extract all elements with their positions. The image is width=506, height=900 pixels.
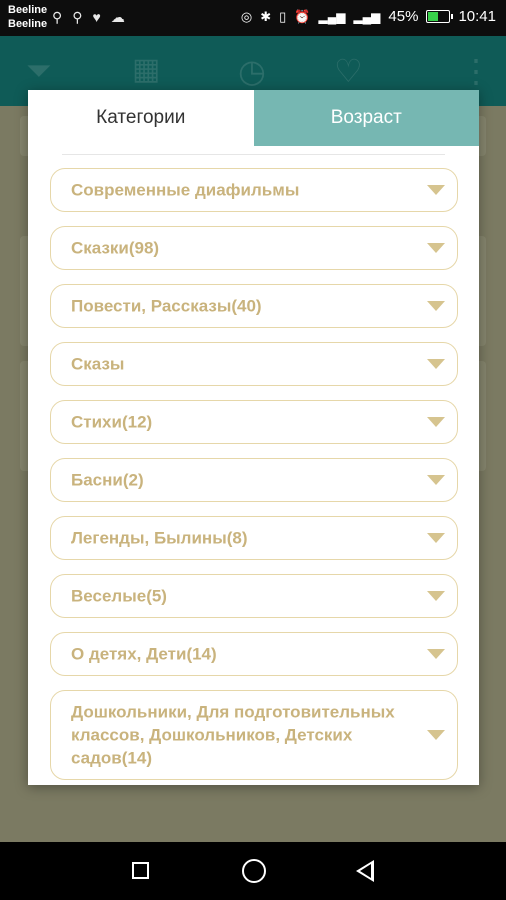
category-label: Басни(2) xyxy=(71,470,144,490)
chevron-down-icon xyxy=(427,475,445,485)
category-filter-dialog: Категории Возраст Современные диафильмы … xyxy=(28,90,479,785)
back-button[interactable] xyxy=(356,860,374,882)
usb-icon-2: ⚲ xyxy=(72,9,83,25)
divider xyxy=(62,154,445,155)
chevron-down-icon xyxy=(427,301,445,311)
carrier-labels: Beeline Beeline xyxy=(8,3,47,31)
category-dropdown[interactable]: Дошкольники, Для подготовительных классо… xyxy=(50,690,458,780)
dialog-tabs: Категории Возраст xyxy=(28,90,479,146)
filter-icon[interactable]: ⏷ xyxy=(26,52,52,90)
category-label: Повести, Рассказы(40) xyxy=(71,296,262,316)
heart-icon: ♥ xyxy=(92,9,101,25)
clock: 10:41 xyxy=(458,8,496,25)
category-dropdown[interactable]: О детях, Дети(14) xyxy=(50,632,458,676)
home-button[interactable] xyxy=(242,859,266,883)
chevron-down-icon xyxy=(427,185,445,195)
battery-icon xyxy=(426,10,454,23)
category-label: Стихи(12) xyxy=(71,412,153,432)
category-dropdown[interactable]: Современные диафильмы xyxy=(50,168,458,212)
chevron-down-icon xyxy=(427,591,445,601)
notification-icons: ⚲ ⚲ ♥ ☁ xyxy=(52,9,125,26)
chevron-down-icon xyxy=(427,533,445,543)
category-dropdown[interactable]: Басни(2) xyxy=(50,458,458,502)
heart-icon[interactable]: ♡ xyxy=(334,52,363,90)
chevron-down-icon xyxy=(427,730,445,740)
category-dropdown[interactable]: Стихи(12) xyxy=(50,400,458,444)
category-label: Сказы xyxy=(71,354,125,374)
category-dropdown[interactable]: Веселые(5) xyxy=(50,574,458,618)
category-dropdown[interactable]: Сказки(98) xyxy=(50,226,458,270)
status-bar: Beeline Beeline ⚲ ⚲ ♥ ☁ ◎ ✱ ▯ ⏰ ▂▄▆ ▂▄▆ … xyxy=(0,0,506,36)
chevron-down-icon xyxy=(427,417,445,427)
category-dropdown[interactable]: Повести, Рассказы(40) xyxy=(50,284,458,328)
carrier-1: Beeline xyxy=(8,4,48,16)
bluetooth-icon: ✱ xyxy=(260,8,272,24)
category-label: Легенды, Былины(8) xyxy=(71,528,248,548)
signal-icon-2: ▂▄▆ xyxy=(353,9,381,24)
category-label: Дошкольники, Для подготовительных классо… xyxy=(71,702,395,768)
vibrate-icon: ▯ xyxy=(279,8,287,24)
battery-percent: 45% xyxy=(388,8,419,25)
chevron-down-icon xyxy=(427,243,445,253)
chevron-down-icon xyxy=(427,649,445,659)
history-icon[interactable]: ◷ xyxy=(238,52,266,90)
signal-icon: ▂▄▆ xyxy=(318,9,346,24)
category-dropdown[interactable]: Легенды, Былины(8) xyxy=(50,516,458,560)
usb-icon: ⚲ xyxy=(52,9,63,25)
category-list: Современные диафильмы Сказки(98) Повести… xyxy=(50,168,458,794)
system-status: ◎ ✱ ▯ ⏰ ▂▄▆ ▂▄▆ 45% 10:41 xyxy=(241,8,496,25)
chevron-down-icon xyxy=(427,359,445,369)
cloud-icon: ☁ xyxy=(110,9,125,25)
tab-categories[interactable]: Категории xyxy=(28,90,254,146)
category-label: О детях, Дети(14) xyxy=(71,644,217,664)
filmstrip-icon[interactable]: ▦ xyxy=(132,52,160,87)
category-dropdown[interactable]: Сказы xyxy=(50,342,458,386)
alarm-icon: ⏰ xyxy=(294,8,311,24)
category-label: Сказки(98) xyxy=(71,238,160,258)
hotspot-icon: ◎ xyxy=(240,8,253,24)
category-label: Веселые(5) xyxy=(71,586,167,606)
category-label: Современные диафильмы xyxy=(71,180,300,200)
navigation-bar xyxy=(0,842,506,900)
more-icon[interactable]: ⋮ xyxy=(460,52,492,90)
recents-button[interactable] xyxy=(132,862,149,879)
carrier-2: Beeline xyxy=(8,18,48,30)
tab-age[interactable]: Возраст xyxy=(253,90,479,146)
